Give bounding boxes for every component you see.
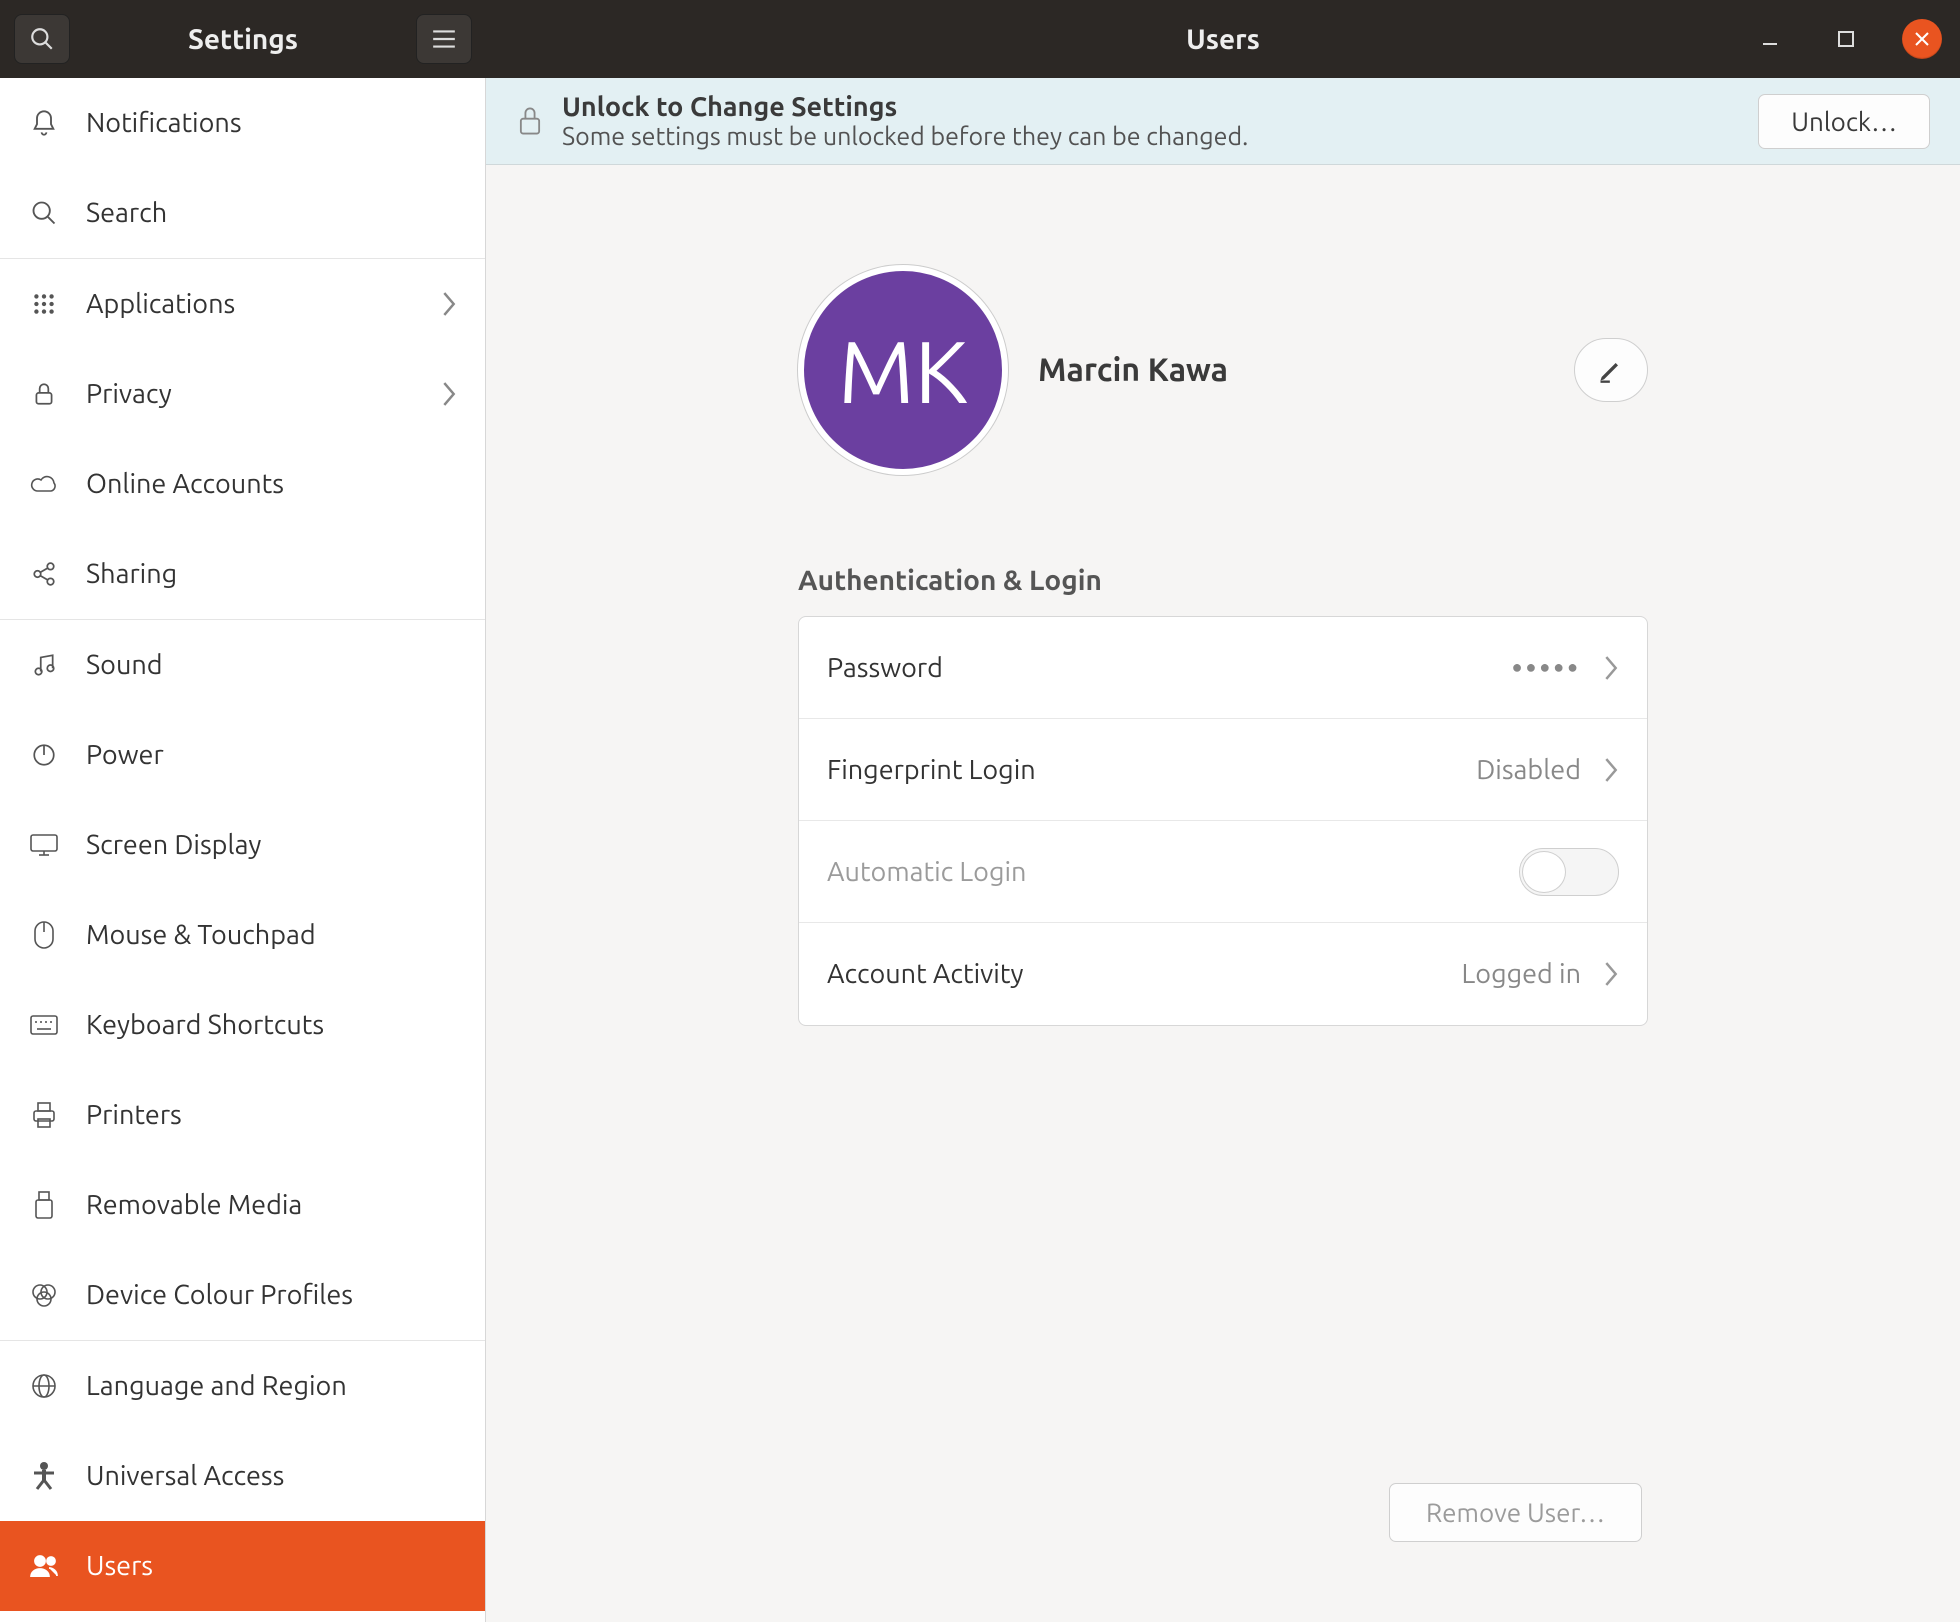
row-label: Password [827,653,943,683]
remove-user-button[interactable]: Remove User… [1389,1483,1642,1542]
lock-icon [28,378,60,410]
sidebar-item-language-region[interactable]: Language and Region [0,1341,485,1431]
sidebar-item-label: Universal Access [86,1461,284,1491]
sidebar: Notifications Search Applications Privac… [0,78,486,1622]
auth-login-list: Password ●●●●● Fingerprint Login Disable… [798,616,1648,1026]
sidebar-item-removable-media[interactable]: Removable Media [0,1160,485,1250]
row-label: Fingerprint Login [827,755,1036,785]
sidebar-item-label: Keyboard Shortcuts [86,1010,324,1040]
sidebar-item-printers[interactable]: Printers [0,1070,485,1160]
share-icon [28,558,60,590]
window-controls [1750,19,1942,59]
password-value: ●●●●● [1512,657,1581,678]
chevron-right-icon [441,290,457,318]
bell-icon [28,107,60,139]
sidebar-item-label: Online Accounts [86,469,284,499]
sidebar-item-label: Sound [86,650,163,680]
search-icon [29,26,55,52]
avatar[interactable]: MK [798,265,1008,475]
automatic-login-switch[interactable] [1519,848,1619,896]
sidebar-item-sound[interactable]: Sound [0,620,485,710]
sidebar-item-users[interactable]: Users [0,1521,485,1611]
sidebar-item-label: Privacy [86,379,172,409]
sidebar-item-mouse-touchpad[interactable]: Mouse & Touchpad [0,890,485,980]
grid-icon [28,288,60,320]
person-icon [28,1460,60,1492]
sidebar-item-power[interactable]: Power [0,710,485,800]
row-password[interactable]: Password ●●●●● [799,617,1647,719]
sidebar-item-sharing[interactable]: Sharing [0,529,485,619]
edit-name-button[interactable] [1574,338,1648,402]
lock-icon [516,105,544,137]
row-automatic-login: Automatic Login [799,821,1647,923]
keyboard-icon [28,1009,60,1041]
sidebar-item-colour-profiles[interactable]: Device Colour Profiles [0,1250,485,1340]
sidebar-item-label: Removable Media [86,1190,302,1220]
sidebar-item-label: Search [86,198,167,228]
user-header: MK Marcin Kawa [798,265,1648,475]
sidebar-header: Settings [0,0,486,78]
menu-icon [431,29,457,49]
sidebar-item-label: Printers [86,1100,182,1130]
banner-description: Some settings must be unlocked before th… [562,122,1248,150]
banner-title: Unlock to Change Settings [562,92,1248,122]
chevron-right-icon [1603,756,1619,784]
maximize-button[interactable] [1826,19,1866,59]
sidebar-item-label: Screen Display [86,830,261,860]
sidebar-item-label: Users [86,1551,153,1581]
hamburger-button[interactable] [416,14,472,64]
minimize-button[interactable] [1750,19,1790,59]
sidebar-item-label: Applications [86,289,235,319]
sidebar-item-notifications[interactable]: Notifications [0,78,485,168]
row-account-activity[interactable]: Account Activity Logged in [799,923,1647,1025]
search-icon [28,197,60,229]
sidebar-item-universal-access[interactable]: Universal Access [0,1431,485,1521]
mouse-icon [28,919,60,951]
sidebar-item-keyboard-shortcuts[interactable]: Keyboard Shortcuts [0,980,485,1070]
fingerprint-value: Disabled [1476,755,1581,785]
sidebar-title: Settings [188,24,298,55]
users-icon [28,1550,60,1582]
main-header: Users [486,0,1960,78]
close-button[interactable] [1902,19,1942,59]
display-icon [28,829,60,861]
row-label: Account Activity [827,959,1023,989]
chevron-right-icon [1603,654,1619,682]
switch-knob [1522,851,1566,893]
music-icon [28,649,60,681]
chevron-right-icon [1603,960,1619,988]
chevron-right-icon [441,380,457,408]
usb-icon [28,1189,60,1221]
sidebar-item-applications[interactable]: Applications [0,259,485,349]
user-name: Marcin Kawa [1038,352,1228,388]
sidebar-item-search[interactable]: Search [0,168,485,258]
search-button[interactable] [14,14,70,64]
sidebar-item-label: Sharing [86,559,177,589]
unlock-button[interactable]: Unlock… [1758,94,1930,149]
sidebar-item-online-accounts[interactable]: Online Accounts [0,439,485,529]
cloud-icon [28,468,60,500]
close-icon [1914,31,1930,47]
unlock-banner: Unlock to Change Settings Some settings … [486,78,1960,165]
sidebar-item-label: Language and Region [86,1371,347,1401]
sidebar-item-label: Notifications [86,108,242,138]
sidebar-item-privacy[interactable]: Privacy [0,349,485,439]
section-title: Authentication & Login [798,565,1648,596]
maximize-icon [1837,30,1855,48]
minimize-icon [1760,29,1780,49]
main-content: Unlock to Change Settings Some settings … [486,78,1960,1622]
globe-icon [28,1370,60,1402]
activity-value: Logged in [1462,959,1581,989]
sidebar-item-label: Power [86,740,164,770]
sidebar-item-screen-display[interactable]: Screen Display [0,800,485,890]
pencil-icon [1597,356,1625,384]
row-label: Automatic Login [827,857,1026,887]
printer-icon [28,1099,60,1131]
sidebar-item-label: Mouse & Touchpad [86,920,316,950]
sidebar-item-label: Device Colour Profiles [86,1280,353,1310]
power-icon [28,739,60,771]
colour-icon [28,1279,60,1311]
row-fingerprint[interactable]: Fingerprint Login Disabled [799,719,1647,821]
page-title: Users [1186,24,1260,55]
